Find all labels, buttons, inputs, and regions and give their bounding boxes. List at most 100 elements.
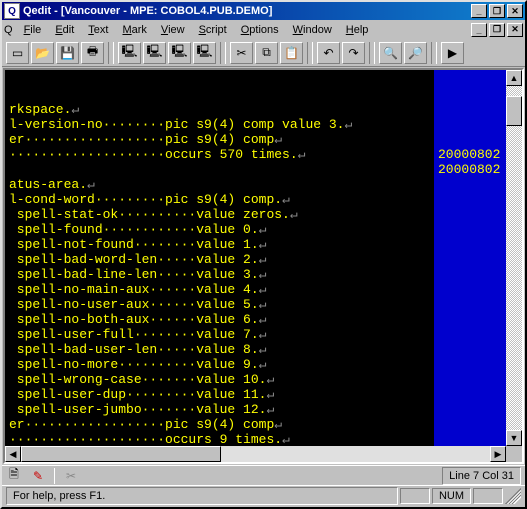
print-icon[interactable]: 🖶 [81,42,104,64]
gutter-line [438,312,502,327]
editor-line[interactable]: spell-not-found········value 1.↵ [9,237,502,252]
editor-wrap: rkspace.↵l-version-no········pic s9(4) c… [3,68,524,464]
paste-icon[interactable]: 📋 [280,42,303,64]
editor-line[interactable]: spell-no-more··········value 9.↵ [9,357,502,372]
status-cell-1 [400,488,430,504]
gutter-line [438,387,502,402]
maximize-button[interactable]: ❐ [489,4,505,18]
editor-line[interactable] [9,162,502,177]
editor-line[interactable]: ····················occurs 570 times.↵ [9,147,502,162]
gutter-line [438,372,502,387]
gutter-line [438,357,502,372]
menu-script[interactable]: Script [192,22,234,38]
editor-line[interactable]: spell-wrong-case·······value 10.↵ [9,372,502,387]
gutter-line [438,297,502,312]
compile-icon[interactable]: ▶ [441,42,464,64]
open-icon[interactable]: 📂 [31,42,54,64]
toolbar-separator [108,42,114,64]
new-icon[interactable]: ▭ [6,42,29,64]
editor-line[interactable]: atus-area.↵ [9,177,502,192]
gutter-line: 20000802 [438,147,502,162]
menu-view[interactable]: View [154,22,192,38]
host-open-icon[interactable]: 🖳 [143,42,166,64]
editor-line[interactable]: ····················occurs 9 times.↵ [9,432,502,446]
host-save-icon[interactable]: 🖳 [168,42,191,64]
scroll-down-icon[interactable]: ▼ [506,430,522,446]
status-cell-3 [473,488,503,504]
cut-icon[interactable]: ✂ [230,42,253,64]
menu-file[interactable]: File [17,22,49,38]
document-icon[interactable]: 🗎 [6,468,22,484]
host-list-icon[interactable]: 🖳 [193,42,216,64]
doc-close-button[interactable]: ✕ [507,23,523,37]
undo-icon[interactable]: ↶ [317,42,340,64]
scroll-up-icon[interactable]: ▲ [506,70,522,86]
gutter-line: 20000802 [438,162,502,177]
editor-line[interactable]: l-version-no········pic s9(4) comp value… [9,117,502,132]
menubar: Q FileEditTextMarkViewScriptOptionsWindo… [2,20,525,39]
toolbar: ▭📂💾🖶🖳🖳🖳🖳✂⧉📋↶↷🔍🔎▶ [2,39,525,67]
status-num: NUM [432,488,471,504]
scroll-left-icon[interactable]: ◀ [5,446,21,462]
icon-bar: 🗎 ✎ ✂ Line 7 Col 31 [2,465,525,485]
menu-mark[interactable]: Mark [115,22,153,38]
editor-line[interactable]: spell-no-both-aux······value 6.↵ [9,312,502,327]
editor-line[interactable]: spell-no-main-aux······value 4.↵ [9,282,502,297]
close-button[interactable]: ✕ [507,4,523,18]
hscroll-thumb[interactable] [21,446,221,462]
gutter-line [438,177,502,192]
menu-help[interactable]: Help [339,22,376,38]
editor-line[interactable]: er··················pic s9(4) comp↵ [9,132,502,147]
titlebar: Q Qedit - [Vancouver - MPE: COBOL4.PUB.D… [2,2,525,20]
editor-line[interactable]: spell-user-dup·········value 11.↵ [9,387,502,402]
editor-line[interactable]: spell-bad-word-len·····value 2.↵ [9,252,502,267]
find-next-icon[interactable]: 🔎 [404,42,427,64]
minimize-button[interactable]: _ [471,4,487,18]
doc-minimize-button[interactable]: _ [471,23,487,37]
gutter-line [438,72,502,87]
gutter-line [438,237,502,252]
gutter-line [438,132,502,147]
editor-line[interactable]: l-cond-word·········pic s9(4) comp.↵ [9,192,502,207]
doc-maximize-button[interactable]: ❐ [489,23,505,37]
gutter-line [438,327,502,342]
editor-line[interactable]: spell-bad-user-len·····value 8.↵ [9,342,502,357]
scissors-icon[interactable]: ✂ [63,468,79,484]
scroll-right-icon[interactable]: ▶ [490,446,506,462]
editor-line[interactable]: spell-no-user-aux······value 5.↵ [9,297,502,312]
menu-options[interactable]: Options [234,22,286,38]
menu-window[interactable]: Window [286,22,339,38]
editor-gutter: 2000080220000802 [434,70,506,446]
scroll-corner [506,446,522,462]
gutter-line [438,87,502,102]
editor-line[interactable]: rkspace.↵ [9,102,502,117]
editor-line[interactable]: spell-user-jumbo·······value 12.↵ [9,402,502,417]
gutter-line [438,267,502,282]
copy-icon[interactable]: ⧉ [255,42,278,64]
editor-line[interactable]: spell-stat-ok··········value zeros.↵ [9,207,502,222]
gutter-line [438,207,502,222]
gutter-line [438,282,502,297]
menu-edit[interactable]: Edit [48,22,81,38]
pencil-icon[interactable]: ✎ [30,468,46,484]
hscroll-track[interactable] [21,446,490,462]
toolbar-separator [307,42,313,64]
app-icon[interactable]: Q [4,3,20,19]
scroll-thumb[interactable] [506,96,522,126]
editor-line[interactable]: spell-user-full········value 7.↵ [9,327,502,342]
redo-icon[interactable]: ↷ [342,42,365,64]
save-icon[interactable]: 💾 [56,42,79,64]
code-editor[interactable]: rkspace.↵l-version-no········pic s9(4) c… [5,70,506,446]
editor-line[interactable]: spell-found············value 0.↵ [9,222,502,237]
horizontal-scrollbar[interactable]: ◀ ▶ [5,446,522,462]
scroll-track[interactable] [506,86,522,430]
editor-line[interactable]: spell-bad-line-len·····value 3.↵ [9,267,502,282]
find-icon[interactable]: 🔍 [379,42,402,64]
gutter-line [438,117,502,132]
editor-line[interactable]: er··················pic s9(4) comp↵ [9,417,502,432]
host-icon[interactable]: 🖳 [118,42,141,64]
vertical-scrollbar[interactable]: ▲ ▼ [506,70,522,446]
menu-text[interactable]: Text [81,22,115,38]
resize-grip-icon[interactable] [505,488,521,504]
doc-icon[interactable]: Q [4,24,13,36]
